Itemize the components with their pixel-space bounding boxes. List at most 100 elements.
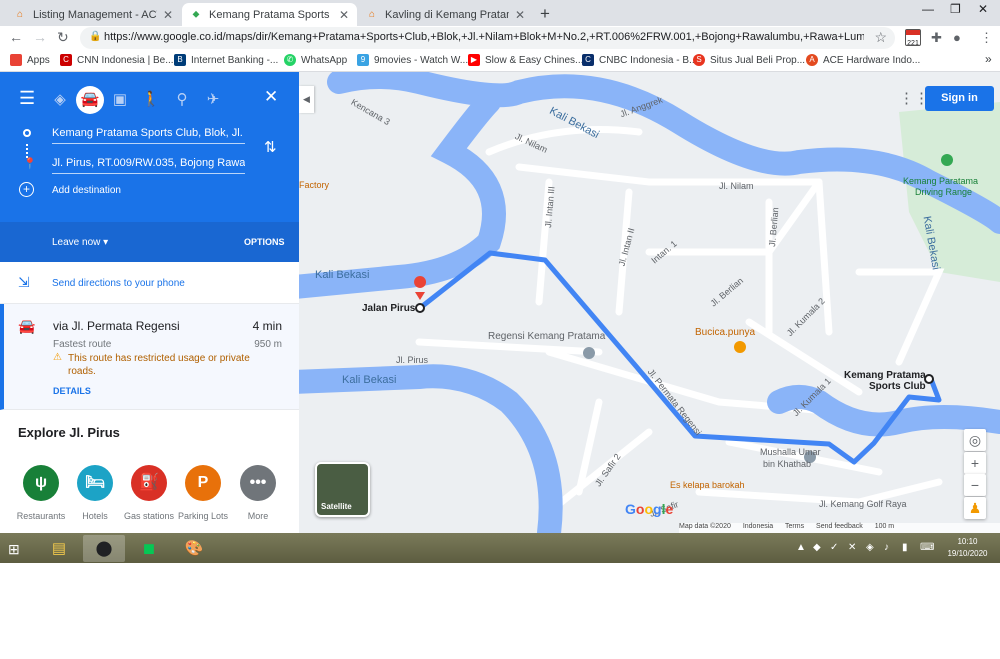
category-more[interactable]: ••• More bbox=[228, 465, 288, 521]
calendar-badge: 221 bbox=[907, 40, 919, 47]
scale-text[interactable]: 100 m bbox=[875, 523, 894, 530]
line-app-icon[interactable]: ◼ bbox=[128, 535, 170, 562]
leave-now-dropdown[interactable]: Leave now ▾ bbox=[52, 237, 108, 248]
calendar-extension-icon[interactable]: 221 bbox=[905, 29, 921, 47]
restore-button[interactable]: ❐ bbox=[950, 2, 961, 16]
add-destination-link[interactable]: Add destination bbox=[52, 185, 121, 196]
tab-strip: ⌂ Listing Management - ACTIVE LI ✕ ⬥ Kem… bbox=[0, 0, 1000, 26]
kavling-favicon: ⌂ bbox=[368, 8, 376, 20]
windows-start-icon[interactable]: ⊞ bbox=[8, 541, 20, 558]
windows-taskbar: ⊞ ▤ ⬤ ◼ 🎨 ▲ ◆ ✓ ✕ ◈ ♪ ▮ ⌨ 10:10 19/10/20… bbox=[0, 533, 1000, 563]
bookmark-ace-hardware[interactable]: A ACE Hardware Indo... bbox=[806, 54, 920, 66]
satellite-toggle[interactable]: Satellite bbox=[315, 462, 370, 517]
zoom-in-button[interactable]: + bbox=[964, 452, 986, 474]
bookmark-label: CNN Indonesia | Be... bbox=[77, 54, 174, 66]
options-button[interactable]: OPTIONS bbox=[244, 237, 285, 247]
address-bar[interactable]: 🔒 https://www.google.co.id/maps/dir/Kema… bbox=[80, 27, 895, 49]
bicycle-icon[interactable]: ⚲ bbox=[170, 88, 194, 112]
feedback-link[interactable]: Send feedback bbox=[816, 523, 863, 530]
walking-icon[interactable]: 🚶 bbox=[139, 88, 163, 112]
chrome-icon[interactable]: ⬤ bbox=[83, 535, 125, 562]
new-tab-button[interactable]: + bbox=[540, 4, 550, 24]
bookmark-star-icon[interactable]: ☆ bbox=[874, 29, 887, 46]
lock-icon[interactable]: 🔒 bbox=[89, 31, 101, 42]
bookmark-9movies[interactable]: 9 9movies - Watch W... bbox=[357, 54, 468, 66]
bookmark-cnn[interactable]: C CNN Indonesia | Be... bbox=[60, 54, 174, 66]
close-tab-icon[interactable]: ✕ bbox=[515, 8, 525, 22]
pegman-icon[interactable]: ♟ bbox=[964, 497, 986, 519]
bookmark-whatsapp[interactable]: ✆ WhatsApp bbox=[284, 54, 347, 66]
forward-button[interactable]: → bbox=[33, 29, 47, 45]
reload-button[interactable]: ↻ bbox=[57, 29, 69, 46]
bookmark-situs-jual-beli[interactable]: S Situs Jual Beli Prop... bbox=[693, 54, 805, 66]
send-to-phone[interactable]: ⇲ Send directions to your phone bbox=[0, 262, 299, 304]
category-gas-stations[interactable]: ⛽ Gas stations bbox=[119, 465, 179, 521]
tab-kavling[interactable]: ⌂ Kavling di Kemang Pratama Reg ✕ bbox=[358, 3, 533, 26]
language-icon[interactable]: ⌨ bbox=[920, 542, 934, 553]
bookmark-internet-banking[interactable]: B Internet Banking -... bbox=[174, 54, 278, 66]
antivirus-icon[interactable]: ✕ bbox=[848, 542, 856, 553]
bookmark-label: 9movies - Watch W... bbox=[374, 54, 469, 66]
best-route-icon[interactable]: ◈ bbox=[48, 88, 72, 112]
add-destination-icon[interactable]: + bbox=[19, 182, 34, 197]
swap-icon[interactable]: ⇅ bbox=[264, 138, 277, 156]
close-tab-icon[interactable]: ✕ bbox=[163, 8, 173, 22]
flight-icon[interactable]: ✈ bbox=[201, 88, 225, 112]
close-tab-icon[interactable]: ✕ bbox=[339, 8, 349, 22]
regensi-poi-icon[interactable] bbox=[583, 347, 595, 359]
my-location-button[interactable]: ◎ bbox=[964, 429, 986, 451]
poi-label: Mushalla Umar bbox=[760, 447, 821, 457]
zoom-out-button[interactable]: − bbox=[964, 474, 986, 496]
window-close-button[interactable]: ✕ bbox=[978, 2, 988, 16]
tab-google-maps[interactable]: ⬥ Kemang Pratama Sports Club to ✕ bbox=[182, 3, 357, 26]
shield-icon[interactable]: ◈ bbox=[866, 542, 874, 553]
chrome-menu-icon[interactable]: ⋮ bbox=[980, 30, 993, 46]
bookmark-cnbc[interactable]: C CNBC Indonesia - B... bbox=[582, 54, 697, 66]
bookmark-youtube[interactable]: ▶ Slow & Easy Chines... bbox=[468, 54, 583, 66]
route-option[interactable]: 🚘 via Jl. Permata Regensi 4 min Fastest … bbox=[0, 304, 299, 410]
destination-marker[interactable] bbox=[415, 303, 425, 313]
street-label: Jl. Nilam bbox=[719, 181, 754, 191]
network-shield-icon[interactable]: ◆ bbox=[813, 542, 821, 553]
region-link[interactable]: Indonesia bbox=[743, 523, 773, 530]
minimize-button[interactable]: — bbox=[922, 2, 934, 16]
destination-input[interactable]: Jl. Pirus, RT.009/RW.035, Bojong Rawalum… bbox=[52, 152, 245, 174]
file-explorer-icon[interactable]: ▤ bbox=[38, 535, 80, 562]
extensions-puzzle-icon[interactable]: ✚ bbox=[931, 30, 942, 46]
bookmark-apps[interactable]: Apps bbox=[10, 54, 50, 66]
tab-listing-management[interactable]: ⌂ Listing Management - ACTIVE LI ✕ bbox=[6, 3, 181, 26]
poi-label: Driving Range bbox=[915, 187, 973, 197]
close-directions-icon[interactable]: ✕ bbox=[264, 87, 278, 107]
system-clock[interactable]: 10:10 19/10/2020 bbox=[940, 536, 995, 560]
collapse-panel-button[interactable]: ◀ bbox=[299, 86, 314, 113]
tray-app-icon[interactable]: ▲ bbox=[796, 542, 806, 553]
origin-label: Kemang Pratama bbox=[844, 370, 926, 381]
profile-avatar-icon[interactable]: ● bbox=[953, 30, 961, 45]
map-canvas[interactable]: Kali Bekasi Kali Bekasi Kali Bekasi Kali… bbox=[299, 72, 1000, 533]
category-hotels[interactable]: 🛏 Hotels bbox=[65, 465, 125, 521]
volume-icon[interactable]: ♪ bbox=[884, 542, 889, 553]
url-text[interactable]: https://www.google.co.id/maps/dir/Kemang… bbox=[104, 31, 864, 43]
route-details-link[interactable]: DETAILS bbox=[53, 386, 91, 396]
route-dots bbox=[26, 144, 28, 158]
restaurant-poi-icon[interactable] bbox=[734, 341, 746, 353]
category-parking-lots[interactable]: P Parking Lots bbox=[173, 465, 233, 521]
leave-now-label: Leave now bbox=[52, 237, 101, 248]
security-icon[interactable]: ✓ bbox=[830, 542, 838, 553]
transit-icon[interactable]: ▣ bbox=[108, 88, 132, 112]
sign-in-button[interactable]: Sign in bbox=[925, 86, 994, 111]
back-button[interactable]: ← bbox=[9, 29, 23, 45]
origin-input[interactable]: Kemang Pratama Sports Club, Blok, Jl. Ni… bbox=[52, 122, 245, 144]
paint-icon[interactable]: 🎨 bbox=[173, 535, 215, 562]
category-restaurants[interactable]: ψ Restaurants bbox=[11, 465, 71, 521]
terms-link[interactable]: Terms bbox=[785, 523, 804, 530]
wifi-signal-icon[interactable]: ▮ bbox=[902, 542, 908, 553]
origin-marker[interactable] bbox=[924, 374, 934, 384]
car-icon[interactable]: 🚘 bbox=[76, 86, 104, 114]
bookmarks-overflow-button[interactable]: » bbox=[985, 52, 992, 66]
car-icon: 🚘 bbox=[18, 318, 36, 334]
clock-date: 19/10/2020 bbox=[947, 549, 988, 558]
google-logo: Google bbox=[625, 501, 674, 517]
destination-pin[interactable] bbox=[414, 276, 427, 300]
golf-poi-icon[interactable] bbox=[941, 154, 953, 166]
